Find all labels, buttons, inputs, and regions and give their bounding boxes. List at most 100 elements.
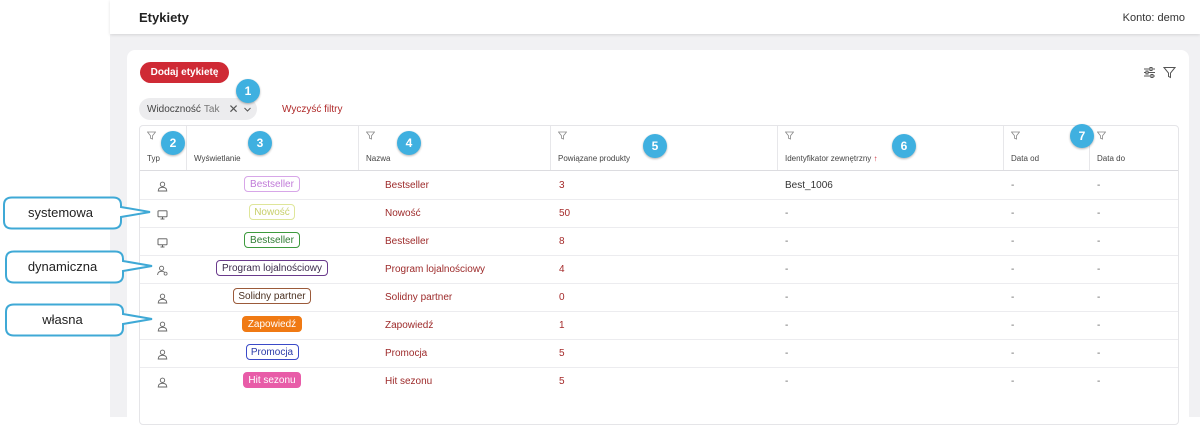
user-icon: [157, 347, 168, 360]
name-cell[interactable]: Hit sezonu: [385, 376, 432, 387]
col-external-id[interactable]: Identyfikator zewnętrzny ↑: [785, 154, 878, 163]
row-divider: [140, 199, 1178, 200]
row-divider: [140, 339, 1178, 340]
label-preview: Hit sezonu: [243, 372, 301, 388]
col-related-products[interactable]: Powiązane produkty: [558, 154, 630, 163]
label-preview: Program lojalnościowy: [216, 260, 328, 276]
column-filter-icon[interactable]: [558, 131, 567, 140]
date-to-cell: -: [1097, 264, 1101, 275]
account-label[interactable]: Konto: demo: [1123, 12, 1185, 24]
date-to-cell: -: [1097, 208, 1101, 219]
date-from-cell: -: [1011, 376, 1015, 387]
label-preview: Zapowiedź: [242, 316, 302, 332]
name-cell[interactable]: Bestseller: [385, 180, 429, 191]
row-divider: [140, 283, 1178, 284]
callout-dynamic-text: dynamiczna: [27, 259, 98, 274]
date-to-cell: -: [1097, 320, 1101, 331]
filter-icon[interactable]: [1163, 66, 1176, 79]
chip-label: Widoczność: [147, 103, 201, 115]
col-date-from[interactable]: Data od: [1011, 154, 1039, 163]
monitor-icon: [157, 235, 168, 248]
row-divider: [140, 227, 1178, 228]
close-icon[interactable]: ✕: [228, 102, 238, 116]
badge-1: 1: [236, 79, 260, 103]
chip-value: Tak: [203, 103, 220, 115]
date-from-cell: -: [1011, 292, 1015, 303]
label-preview: Nowość: [249, 204, 295, 220]
related-products-cell: 3: [559, 180, 565, 191]
label-preview: Bestseller: [244, 176, 300, 192]
related-products-cell: 4: [559, 264, 565, 275]
external-id-cell: -: [785, 320, 789, 331]
related-products-cell: 5: [559, 376, 565, 387]
visibility-filter-chip[interactable]: Widoczność Tak ✕: [139, 98, 257, 120]
external-id-cell: -: [785, 348, 789, 359]
label-preview: Promocja: [245, 344, 299, 360]
col-external-id-label: Identyfikator zewnętrzny: [785, 154, 872, 163]
label-preview: Solidny partner: [233, 288, 311, 304]
col-name[interactable]: Nazwa: [366, 154, 390, 163]
sliders-icon[interactable]: [1143, 66, 1156, 79]
badge-4: 4: [397, 131, 421, 155]
col-display[interactable]: Wyświetlanie: [194, 154, 241, 163]
name-cell[interactable]: Solidny partner: [385, 292, 452, 303]
user-icon: [157, 319, 168, 332]
date-from-cell: -: [1011, 348, 1015, 359]
column-filter-icon[interactable]: [147, 131, 156, 140]
badge-6: 6: [892, 134, 916, 158]
external-id-cell: -: [785, 208, 789, 219]
date-to-cell: -: [1097, 376, 1101, 387]
add-label-button[interactable]: Dodaj etykietę: [140, 62, 229, 83]
badge-2: 2: [161, 131, 185, 155]
name-cell[interactable]: Bestseller: [385, 236, 429, 247]
related-products-cell: 0: [559, 292, 565, 303]
external-id-cell: -: [785, 376, 789, 387]
badge-7: 7: [1070, 124, 1094, 148]
external-id-cell: -: [785, 292, 789, 303]
column-filter-icon[interactable]: [366, 131, 375, 140]
callout-own-text: własna: [42, 312, 83, 327]
clear-filters-link[interactable]: Wyczyść filtry: [282, 104, 342, 115]
external-id-cell: -: [785, 236, 789, 247]
name-cell[interactable]: Zapowiedź: [385, 320, 433, 331]
name-cell[interactable]: Promocja: [385, 348, 427, 359]
sort-arrow-up-icon: ↑: [873, 154, 878, 163]
name-cell[interactable]: Nowość: [385, 208, 421, 219]
column-filter-icon[interactable]: [1097, 131, 1106, 140]
row-divider: [140, 255, 1178, 256]
user-icon: [157, 291, 168, 304]
date-to-cell: -: [1097, 348, 1101, 359]
row-divider: [140, 367, 1178, 368]
header-divider: [140, 170, 1178, 171]
date-to-cell: -: [1097, 292, 1101, 303]
badge-5: 5: [643, 134, 667, 158]
date-to-cell: -: [1097, 180, 1101, 191]
related-products-cell: 8: [559, 236, 565, 247]
callout-own: własna: [2, 303, 154, 337]
label-preview: Bestseller: [244, 232, 300, 248]
callout-dynamic: dynamiczna: [2, 250, 154, 284]
user-icon: [157, 375, 168, 388]
column-filter-icon[interactable]: [1011, 131, 1020, 140]
row-divider: [140, 311, 1178, 312]
page-title: Etykiety: [139, 10, 189, 25]
date-from-cell: -: [1011, 264, 1015, 275]
chevron-down-icon[interactable]: [243, 105, 252, 114]
user-icon: [157, 179, 168, 192]
monitor-icon: [157, 207, 168, 220]
date-to-cell: -: [1097, 236, 1101, 247]
column-filter-icon[interactable]: [785, 131, 794, 140]
related-products-cell: 1: [559, 320, 565, 331]
badge-3: 3: [248, 131, 272, 155]
col-date-to[interactable]: Data do: [1097, 154, 1125, 163]
date-from-cell: -: [1011, 180, 1015, 191]
date-from-cell: -: [1011, 320, 1015, 331]
date-from-cell: -: [1011, 208, 1015, 219]
external-id-cell: Best_1006: [785, 180, 833, 191]
callout-system: systemowa: [0, 196, 152, 230]
related-products-cell: 5: [559, 348, 565, 359]
name-cell[interactable]: Program lojalnościowy: [385, 264, 485, 275]
col-type[interactable]: Typ: [147, 154, 160, 163]
related-products-cell: 50: [559, 208, 571, 219]
user-gear-icon: [157, 263, 168, 276]
